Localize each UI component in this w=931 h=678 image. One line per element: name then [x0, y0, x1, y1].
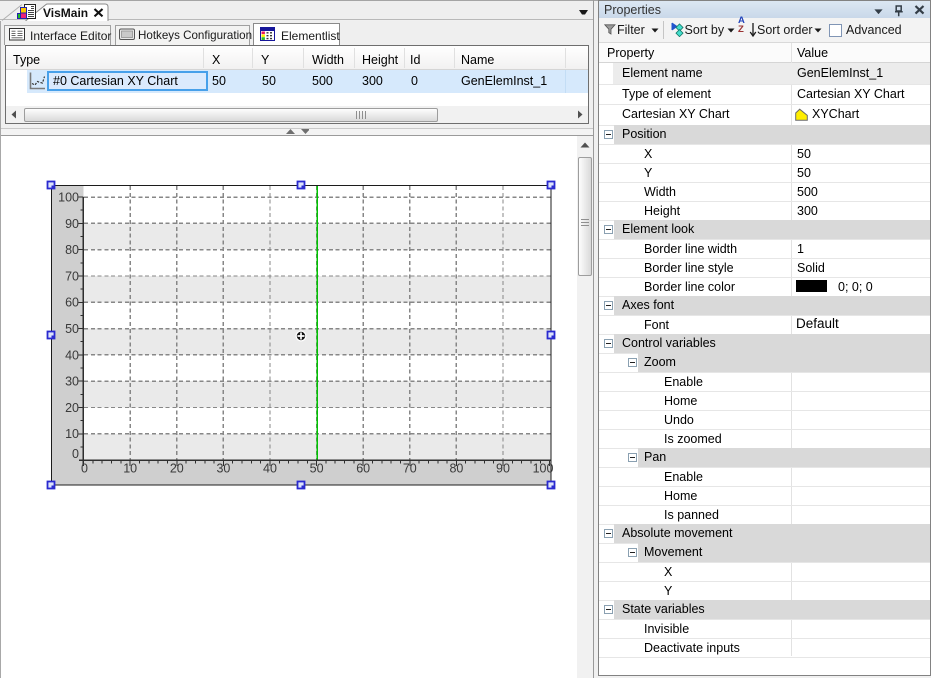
svg-text:90: 90 — [496, 462, 510, 476]
svg-text:60: 60 — [356, 462, 370, 476]
svg-text:30: 30 — [216, 462, 230, 476]
svg-text:70: 70 — [403, 462, 417, 476]
svg-text:0: 0 — [72, 447, 79, 461]
svg-text:100: 100 — [533, 462, 554, 476]
svg-text:100: 100 — [58, 191, 79, 205]
svg-text:70: 70 — [65, 269, 79, 283]
svg-text:40: 40 — [65, 348, 79, 362]
svg-text:20: 20 — [170, 462, 184, 476]
svg-text:10: 10 — [123, 462, 137, 476]
svg-text:50: 50 — [65, 322, 79, 336]
svg-text:30: 30 — [65, 375, 79, 389]
svg-text:80: 80 — [65, 243, 79, 257]
svg-text:20: 20 — [65, 401, 79, 415]
svg-text:0: 0 — [81, 462, 88, 476]
svg-text:10: 10 — [65, 427, 79, 441]
svg-text:90: 90 — [65, 217, 79, 231]
svg-text:50: 50 — [310, 462, 324, 476]
svg-text:60: 60 — [65, 296, 79, 310]
svg-text:40: 40 — [263, 462, 277, 476]
svg-text:80: 80 — [449, 462, 463, 476]
